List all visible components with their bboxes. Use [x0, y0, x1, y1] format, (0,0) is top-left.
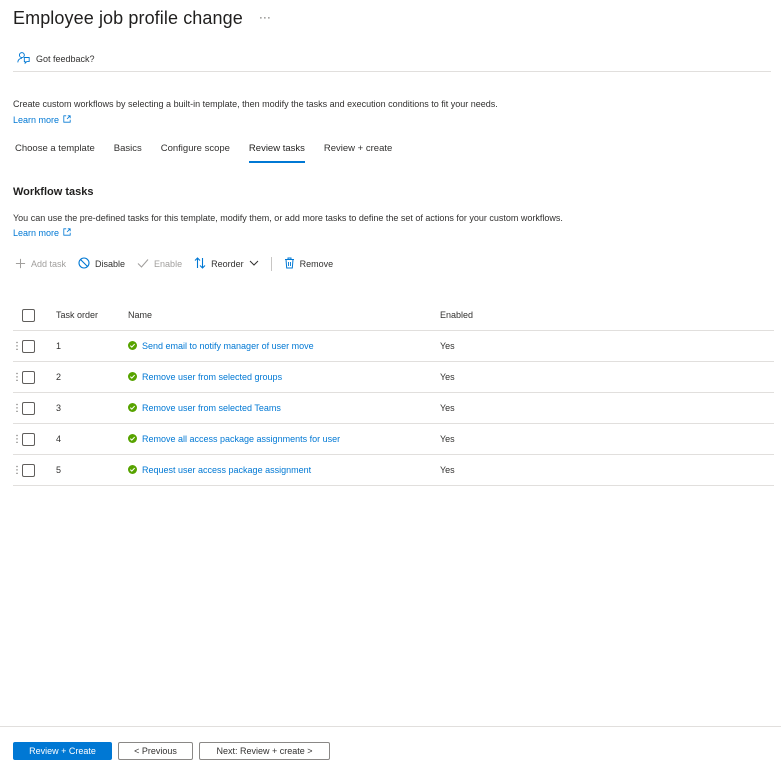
task-enabled: Yes — [440, 465, 455, 475]
table-row[interactable]: ⋮ 1 Send email to notify manager of user… — [12, 331, 774, 362]
feedback-label: Got feedback? — [36, 53, 95, 64]
enable-button[interactable]: Enable — [137, 257, 182, 271]
tab-choose-template[interactable]: Choose a template — [13, 141, 95, 163]
section-description: You can use the pre-defined tasks for th… — [13, 213, 563, 223]
row-checkbox[interactable] — [22, 339, 35, 353]
chevron-down-icon — [249, 258, 259, 270]
task-enabled: Yes — [440, 403, 455, 413]
task-order: 4 — [56, 434, 62, 444]
more-options-button[interactable]: ··· — [259, 11, 271, 23]
select-all-cell — [13, 308, 56, 322]
task-order: 2 — [56, 372, 62, 382]
external-link-icon — [63, 115, 71, 125]
checkmark-icon — [137, 257, 149, 271]
add-task-label: Add task — [31, 259, 67, 269]
page-title: Employee job profile change — [13, 8, 243, 28]
success-check-icon — [128, 464, 137, 476]
tab-basics[interactable]: Basics — [114, 141, 142, 163]
table-row[interactable]: ⋮ 2 Remove user from selected groups Yes — [12, 362, 774, 393]
feedback-icon — [17, 51, 30, 67]
task-toolbar: Add task Disable Enable Reorder Remove — [15, 256, 345, 272]
grid-header: Task order Name Enabled — [13, 300, 774, 331]
task-order: 3 — [56, 403, 62, 413]
column-header-enabled[interactable]: Enabled — [440, 310, 640, 320]
task-enabled: Yes — [440, 434, 455, 444]
task-name-link[interactable]: Remove user from selected groups — [142, 372, 282, 382]
remove-label: Remove — [299, 259, 334, 269]
wizard-tabs: Choose a template Basics Configure scope… — [13, 141, 411, 163]
table-row[interactable]: ⋮ 4 Remove all access package assignment… — [12, 424, 774, 455]
enable-label: Enable — [154, 259, 183, 269]
section-title: Workflow tasks — [13, 186, 94, 198]
column-header-order[interactable]: Task order — [56, 310, 128, 320]
table-row[interactable]: ⋮ 3 Remove user from selected Teams Yes — [12, 393, 774, 424]
plus-icon — [15, 258, 26, 271]
reorder-label: Reorder — [211, 259, 244, 269]
success-check-icon — [128, 433, 137, 445]
trash-icon — [284, 257, 295, 271]
row-checkbox[interactable] — [22, 463, 35, 477]
tab-review-create[interactable]: Review + create — [324, 141, 392, 163]
row-checkbox[interactable] — [22, 370, 35, 384]
task-name-link[interactable]: Remove all access package assignments fo… — [142, 434, 340, 444]
previous-button[interactable]: < Previous — [118, 742, 193, 760]
next-button[interactable]: Next: Review + create > — [199, 742, 330, 760]
feedback-button[interactable]: Got feedback? — [13, 51, 95, 71]
wizard-footer: Review + Create < Previous Next: Review … — [0, 726, 781, 768]
external-link-icon — [63, 228, 71, 238]
remove-button[interactable]: Remove — [284, 257, 334, 271]
task-name-link[interactable]: Remove user from selected Teams — [142, 403, 281, 413]
command-bar: Got feedback? — [13, 50, 771, 72]
column-header-name[interactable]: Name — [128, 310, 440, 320]
row-checkbox[interactable] — [22, 432, 35, 446]
task-order: 1 — [56, 341, 62, 351]
task-order: 5 — [56, 465, 62, 475]
section-learn-more-link[interactable]: Learn more — [13, 228, 71, 238]
page-description: Create custom workflows by selecting a b… — [13, 99, 498, 109]
row-checkbox[interactable] — [22, 401, 35, 415]
title-bar: Employee job profile change ··· — [13, 8, 271, 29]
tab-review-tasks[interactable]: Review tasks — [248, 141, 305, 163]
toolbar-divider — [270, 257, 272, 271]
block-icon — [78, 257, 90, 271]
tasks-grid: Task order Name Enabled ⋮ 1 Send email t… — [12, 300, 774, 486]
task-name-link[interactable]: Send email to notify manager of user mov… — [142, 341, 314, 351]
tab-configure-scope[interactable]: Configure scope — [161, 141, 230, 163]
success-check-icon — [128, 340, 137, 352]
learn-more-link[interactable]: Learn more — [13, 115, 71, 125]
table-row[interactable]: ⋮ 5 Request user access package assignme… — [12, 455, 774, 486]
task-name-link[interactable]: Request user access package assignment — [142, 465, 311, 475]
add-task-button[interactable]: Add task — [15, 258, 66, 271]
task-enabled: Yes — [440, 341, 455, 351]
task-enabled: Yes — [440, 372, 455, 382]
section-learn-more-label: Learn more — [13, 228, 60, 238]
success-check-icon — [128, 402, 137, 414]
success-check-icon — [128, 371, 137, 383]
learn-more-label: Learn more — [13, 115, 60, 125]
reorder-button[interactable]: Reorder — [194, 257, 259, 271]
disable-button[interactable]: Disable — [78, 257, 125, 271]
sort-arrows-icon — [194, 257, 206, 271]
disable-label: Disable — [95, 259, 126, 269]
review-create-button[interactable]: Review + Create — [13, 742, 112, 760]
select-all-checkbox[interactable] — [22, 308, 35, 322]
